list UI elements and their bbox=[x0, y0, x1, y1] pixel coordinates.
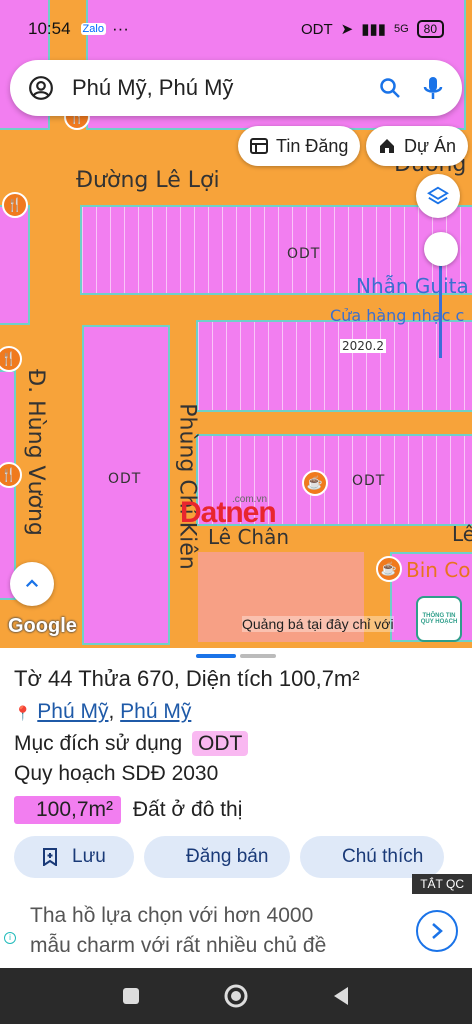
sheet-number: 44 bbox=[48, 666, 73, 691]
parcel-title: Tờ 44 Thửa 670, Diện tích 100,7m² bbox=[14, 666, 360, 691]
pin-icon: 📍 bbox=[14, 705, 32, 721]
parcel-label: 2020.2 bbox=[340, 339, 386, 353]
zone-label: ODT bbox=[352, 473, 386, 489]
listings-label: Tin Đăng bbox=[276, 135, 349, 156]
signal-icon: ▮▮▮ bbox=[361, 21, 386, 38]
layers-button[interactable] bbox=[416, 174, 460, 218]
ad-line: Tha hồ lựa chọn với hơn 4000 bbox=[30, 904, 314, 927]
promo-link[interactable]: Quảng bá tại đây chỉ với bbox=[242, 616, 394, 632]
ad-info-icon[interactable]: i bbox=[4, 932, 16, 944]
sheet-label: Tờ bbox=[14, 666, 42, 691]
ad-text: Tha hồ lựa chọn với hơn 4000 mẫu charm v… bbox=[30, 901, 410, 961]
area-value: 100,7m² bbox=[278, 666, 360, 691]
location-row: 📍 Phú Mỹ, Phú Mỹ bbox=[14, 700, 192, 723]
ad-line: mẫu charm với rất nhiều chủ đề bbox=[30, 934, 327, 957]
layers-icon bbox=[427, 186, 449, 205]
post-label: Đăng bán bbox=[186, 846, 269, 867]
restaurant-icon[interactable]: 🍴 bbox=[2, 192, 28, 218]
district-link[interactable]: Phú Mỹ bbox=[120, 700, 191, 723]
area-badge: 100,7m² bbox=[14, 796, 122, 824]
zalo-icon: Zalo bbox=[80, 23, 106, 35]
map-block bbox=[196, 320, 472, 412]
cafe-icon[interactable]: ☕ bbox=[376, 556, 402, 582]
chevron-up-icon bbox=[25, 579, 39, 588]
battery-icon: 80 bbox=[416, 20, 444, 38]
search-bar[interactable]: Phú Mỹ, Phú Mỹ bbox=[10, 60, 462, 116]
status-carrier: ODT bbox=[300, 20, 333, 38]
panel-page-indicator[interactable] bbox=[196, 654, 236, 658]
area-label: Diện tích bbox=[185, 666, 273, 691]
status-bar: 10:54 Zalo ··· ODT ➤ ▮▮▮ 5G 80 bbox=[0, 0, 472, 58]
projects-chip[interactable]: Dự Án bbox=[366, 126, 469, 166]
post-for-sale-button[interactable]: Đăng bán bbox=[144, 836, 290, 878]
poi-guitar-label: Nhẫn Guita bbox=[356, 274, 469, 298]
street-label: Đường Lê Lợi bbox=[76, 168, 220, 193]
screen: Đường Lê Lợi Đường L Đ. Hùng Vương Phùng… bbox=[0, 0, 472, 1024]
lot-number: 670 bbox=[136, 666, 174, 691]
map-block bbox=[0, 205, 30, 325]
zone-label: ODT bbox=[287, 246, 321, 262]
close-ad-button[interactable]: TẮT QC bbox=[412, 874, 472, 894]
bookmark-add-icon bbox=[43, 848, 57, 866]
collapse-up-button[interactable] bbox=[10, 562, 54, 606]
home-icon bbox=[380, 139, 394, 153]
poi-music-label: Cửa hàng nhạc c bbox=[330, 306, 465, 325]
ward-link[interactable]: Phú Mỹ bbox=[37, 700, 108, 723]
purpose-row: Mục đích sử dụng ODT bbox=[14, 731, 249, 756]
plan-row: Quy hoạch SDĐ 2030 bbox=[14, 762, 219, 785]
panel-page-indicator[interactable] bbox=[240, 654, 276, 658]
opacity-slider-knob[interactable] bbox=[424, 232, 458, 266]
home-button-icon[interactable] bbox=[224, 984, 248, 1008]
land-type-row: 100,7m² Đất ở đô thị bbox=[14, 796, 242, 824]
cafe-icon[interactable]: ☕ bbox=[302, 470, 328, 496]
save-button[interactable]: Lưu bbox=[14, 836, 134, 878]
system-nav-bar bbox=[0, 968, 472, 1024]
ad-open-button[interactable] bbox=[416, 910, 458, 952]
location-icon: ➤ bbox=[340, 21, 354, 38]
mic-icon[interactable] bbox=[422, 75, 444, 101]
back-icon[interactable] bbox=[332, 986, 350, 1006]
action-bar: Lưu Đăng bán Chú thích bbox=[14, 836, 444, 878]
street-label: Lê bbox=[452, 522, 472, 546]
restaurant-icon[interactable]: 🍴 bbox=[0, 462, 22, 488]
account-icon[interactable] bbox=[28, 75, 54, 101]
poi-bin-label: Bin Co bbox=[406, 558, 471, 582]
zone-label: ODT bbox=[108, 471, 142, 487]
lot-label: Thửa bbox=[78, 666, 131, 691]
save-label: Lưu bbox=[72, 846, 106, 867]
planning-info-label: THÔNG TIN QUY HOẠCH bbox=[420, 613, 458, 625]
ad-banner[interactable]: i Tha hồ lựa chọn với hơn 4000 mẫu charm… bbox=[0, 894, 472, 968]
search-icon[interactable] bbox=[378, 76, 402, 100]
legend-label: Chú thích bbox=[342, 846, 424, 867]
planning-info-badge[interactable]: THÔNG TIN QUY HOẠCH bbox=[416, 596, 462, 642]
purpose-tag: ODT bbox=[192, 731, 249, 756]
purpose-label: Mục đích sử dụng bbox=[14, 732, 183, 755]
street-label: Phùng Chí Kiên bbox=[174, 403, 200, 570]
watermark-url: .com.vn bbox=[232, 494, 268, 505]
restaurant-icon[interactable]: 🍴 bbox=[0, 346, 22, 372]
land-type: Đất ở đô thị bbox=[132, 798, 243, 821]
status-time: 10:54 bbox=[28, 19, 71, 38]
status-more: ··· bbox=[111, 19, 129, 38]
listings-icon bbox=[250, 138, 268, 154]
network-label: 5G bbox=[393, 23, 409, 35]
opacity-slider-track[interactable] bbox=[439, 250, 442, 358]
street-label: Đ. Hùng Vương bbox=[22, 369, 48, 536]
legend-button[interactable]: Chú thích bbox=[300, 836, 444, 878]
search-input[interactable]: Phú Mỹ, Phú Mỹ bbox=[72, 75, 378, 101]
listings-chip[interactable]: Tin Đăng bbox=[238, 126, 361, 166]
recents-icon[interactable] bbox=[122, 987, 140, 1005]
projects-label: Dự Án bbox=[404, 135, 457, 156]
google-logo: Google bbox=[8, 615, 77, 637]
chevron-right-icon bbox=[432, 923, 443, 939]
